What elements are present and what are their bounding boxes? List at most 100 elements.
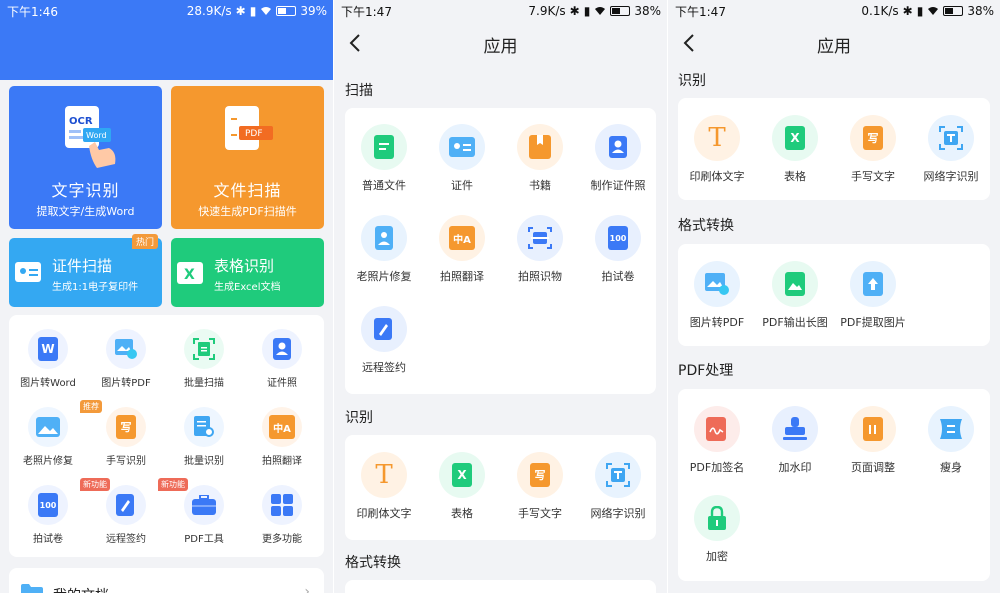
feature-pdf-tools[interactable]: PDF工具 — [165, 485, 243, 555]
app-pdf-extract-image[interactable]: PDF提取图片 — [834, 261, 912, 330]
image-pdf-icon — [106, 329, 146, 369]
bluetooth-icon: ✱ — [235, 4, 246, 18]
grid-icon — [262, 485, 302, 525]
ocr-badge-text: OCR — [69, 116, 93, 127]
app-make-id-photo[interactable]: 制作证件照 — [579, 124, 657, 193]
image-pdf-icon — [694, 261, 740, 307]
app-table[interactable]: X 表格 — [756, 115, 834, 184]
feature-handwriting[interactable]: 写 手写识别 — [87, 407, 165, 477]
app-add-watermark[interactable]: 加水印 — [756, 406, 834, 475]
convert-panel: 图片转PDF PDF输出长图 PDF提取图片 — [678, 244, 990, 346]
app-photo-restore[interactable]: 老照片修复 — [345, 215, 423, 284]
id-scan-card[interactable]: 证件扫描 生成1:1电子复印件 热门 — [9, 234, 162, 307]
app-print-text[interactable]: T 印刷体文字 — [345, 452, 423, 521]
remote-sign-icon: 新功能 — [106, 478, 188, 525]
chevron-right-icon: › — [304, 584, 310, 593]
bluetooth-icon: ✱ — [569, 4, 580, 18]
app-pdf-signature[interactable]: PDF加签名 — [678, 406, 756, 475]
feature-photo-translate[interactable]: 中A 拍照翻译 — [243, 407, 321, 477]
app-encrypt[interactable]: 加密 — [678, 495, 756, 564]
web-font-icon — [595, 452, 641, 498]
battery-icon — [610, 6, 631, 16]
section-heading-scan: 扫描 — [345, 83, 373, 99]
signal-icon: ▮ — [249, 4, 257, 18]
app-test-paper[interactable]: 100 拍试卷 — [579, 215, 657, 284]
id-card-icon — [439, 124, 485, 170]
status-bar: 下午1:46 28.9K/s ✱ ▮ 39% — [0, 0, 333, 22]
print-text-icon: T — [694, 115, 740, 161]
page-adjust-icon — [850, 406, 896, 452]
excel-icon: X — [177, 262, 203, 284]
feature-batch-scan[interactable]: 批量扫描 — [165, 329, 243, 399]
scan-card[interactable]: PDF 文件扫描 快速生成PDF扫描件 — [171, 86, 324, 229]
battery-icon — [943, 6, 964, 16]
app-pdf-long-image[interactable]: PDF输出长图 — [756, 261, 834, 330]
test-paper-icon: 100 — [595, 215, 641, 261]
status-bar: 下午1:47 0.1K/s ✱ ▮ 38% — [668, 0, 1000, 22]
app-id-document[interactable]: 证件 — [423, 124, 501, 193]
signal-icon: ▮ — [583, 4, 591, 18]
pdf-scan-icon: PDF — [225, 106, 273, 150]
page-title: 应用 — [817, 36, 851, 57]
app-image-to-pdf[interactable]: 图片转PDF — [678, 261, 756, 330]
compress-icon — [928, 406, 974, 452]
ocr-illustration-icon: OCR Word — [65, 106, 116, 168]
page-title: 应用 — [483, 36, 518, 57]
old-photo-icon: 推荐 — [28, 400, 102, 447]
stamp-icon — [772, 406, 818, 452]
book-icon — [517, 124, 563, 170]
app-table[interactable]: X 表格 — [423, 452, 501, 521]
feature-batch-recognize[interactable]: 批量识别 — [165, 407, 243, 477]
back-arrow-icon[interactable] — [680, 32, 700, 54]
battery-icon — [276, 6, 297, 16]
wifi-icon — [595, 7, 606, 15]
network-speed: 28.9K/s — [186, 4, 232, 18]
convert-panel — [345, 580, 656, 593]
app-object-recognition[interactable]: 拍照识物 — [501, 215, 579, 284]
document-icon — [361, 124, 407, 170]
feature-remote-sign[interactable]: 新功能 远程签约 — [87, 478, 188, 555]
app-compress[interactable]: 瘦身 — [912, 406, 990, 475]
app-handwriting[interactable]: 写 手写文字 — [501, 452, 579, 521]
app-book[interactable]: 书籍 — [501, 124, 579, 193]
battery-level: 38% — [967, 4, 994, 18]
feature-test-paper[interactable]: 100 新功能 拍试卷 — [9, 478, 110, 555]
app-print-text[interactable]: T 印刷体文字 — [678, 115, 756, 184]
ocr-card[interactable]: OCR Word 文字识别 提取文字/生成Word — [9, 86, 162, 229]
extract-image-icon — [850, 261, 896, 307]
section-heading-recognize: 识别 — [678, 73, 706, 89]
feature-image-to-pdf[interactable]: 图片转PDF — [87, 329, 165, 399]
id-photo-icon — [262, 329, 302, 369]
back-arrow-icon[interactable] — [346, 32, 366, 54]
scan-card-subtitle: 快速生成PDF扫描件 — [198, 205, 297, 218]
section-heading-pdf: PDF处理 — [678, 363, 734, 379]
section-heading-convert: 格式转换 — [345, 555, 401, 571]
apps-screen-scan: 下午1:47 7.9K/s ✱ ▮ 38% 应用 扫描 普通文件 证件 书籍 制… — [334, 0, 667, 593]
app-handwriting[interactable]: 写 手写文字 — [834, 115, 912, 184]
handwriting-icon: 写 — [106, 407, 146, 447]
batch-scan-icon — [184, 329, 224, 369]
folder-icon — [21, 584, 43, 593]
app-photo-translate[interactable]: 中A 拍照翻译 — [423, 215, 501, 284]
app-web-font[interactable]: 网络字识别 — [912, 115, 990, 184]
signal-icon: ▮ — [916, 4, 924, 18]
wifi-icon — [261, 7, 272, 15]
feature-more[interactable]: 更多功能 — [243, 485, 321, 555]
app-web-font[interactable]: 网络字识别 — [579, 452, 657, 521]
my-documents-row[interactable]: 我的文档 › — [9, 568, 324, 593]
table-recognition-card[interactable]: X 表格识别 生成Excel文档 — [171, 238, 324, 307]
feature-photo-restore[interactable]: 推荐 老照片修复 — [9, 400, 102, 477]
long-image-icon — [772, 261, 818, 307]
app-remote-sign[interactable]: 远程签约 — [345, 306, 423, 375]
app-ordinary-document[interactable]: 普通文件 — [345, 124, 423, 193]
feature-id-photo[interactable]: 证件照 — [243, 329, 321, 399]
battery-level: 39% — [300, 4, 327, 18]
home-screen: 下午1:46 28.9K/s ✱ ▮ 39% OCR Word 文字识别 提取文… — [0, 0, 333, 593]
nav-bar: 应用 — [668, 22, 1000, 66]
id-photo-icon — [595, 124, 641, 170]
feature-image-to-word[interactable]: W 图片转Word — [9, 329, 87, 399]
id-card-icon — [15, 262, 41, 282]
old-photo-icon — [361, 215, 407, 261]
section-heading-convert: 格式转换 — [678, 218, 734, 234]
app-page-adjust[interactable]: 页面调整 — [834, 406, 912, 475]
